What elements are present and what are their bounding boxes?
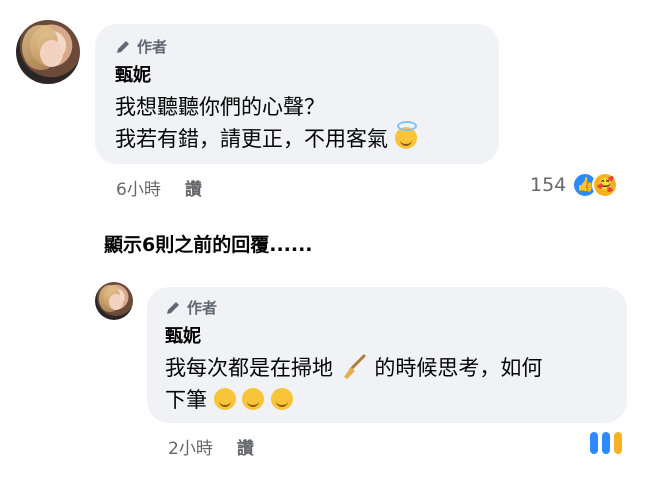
- comment-line: 我想聽聽你們的心聲？: [115, 95, 325, 119]
- reply-meta: 2小時 讚: [168, 434, 254, 459]
- pen-icon: [167, 301, 179, 314]
- reply-line-text-a: 我每次都是在掃地: [165, 356, 333, 380]
- reply-line: 我每次都是在掃地 的時候思考，如何: [165, 352, 611, 384]
- like-icon: [590, 432, 598, 454]
- author-badge-label: 作者: [137, 38, 168, 56]
- reply-text: 我每次都是在掃地 的時候思考，如何 下筆: [165, 352, 611, 416]
- like-link[interactable]: 讚: [237, 434, 254, 459]
- reactions-summary-partial[interactable]: [590, 432, 622, 454]
- avatar[interactable]: [16, 20, 80, 84]
- reply-line-text-b: 的時候思考，如何: [374, 356, 543, 380]
- avatar-face: [40, 40, 64, 68]
- timestamp[interactable]: 2小時: [168, 434, 213, 459]
- reactions-summary[interactable]: 154 👍 🥰: [530, 172, 619, 198]
- rolling-on-floor-laughing-icon: [271, 388, 294, 410]
- rolling-on-floor-laughing-icon: [213, 388, 236, 410]
- comment-meta: 6小時 讚: [116, 175, 202, 200]
- avatar[interactable]: [95, 282, 133, 320]
- author-badge-label: 作者: [187, 299, 218, 317]
- author-badge: 作者: [115, 36, 483, 57]
- view-previous-replies[interactable]: 顯示6則之前的回覆......: [104, 230, 313, 257]
- comment-text: 我想聽聽你們的心聲？ 我若有錯，請更正，不用客氣: [115, 91, 483, 155]
- smiling-face-with-halo-icon: [394, 121, 417, 149]
- timestamp[interactable]: 6小時: [116, 175, 161, 200]
- author-name[interactable]: 甄妮: [115, 61, 483, 87]
- avatar-face: [109, 294, 124, 311]
- reactions-count: 154: [530, 174, 567, 196]
- care-icon: 🥰: [592, 172, 619, 198]
- comment-line-text: 我若有錯，請更正，不用客氣: [115, 127, 388, 151]
- reply-line-2: 下筆: [165, 384, 611, 416]
- like-icon: [602, 432, 610, 454]
- comment-bubble: 作者 甄妮 我想聽聽你們的心聲？ 我若有錯，請更正，不用客氣: [95, 24, 499, 164]
- broom-icon: [343, 354, 366, 379]
- reply-bubble: 作者 甄妮 我每次都是在掃地 的時候思考，如何 下筆: [147, 287, 627, 423]
- rolling-on-floor-laughing-icon: [242, 388, 265, 410]
- author-name[interactable]: 甄妮: [165, 322, 611, 348]
- comment-line-2: 我若有錯，請更正，不用客氣: [115, 121, 483, 155]
- author-badge: 作者: [165, 297, 611, 318]
- pen-icon: [117, 40, 129, 53]
- reply-line-text-2: 下筆: [165, 388, 207, 412]
- like-link[interactable]: 讚: [185, 175, 202, 200]
- haha-icon: [614, 432, 622, 454]
